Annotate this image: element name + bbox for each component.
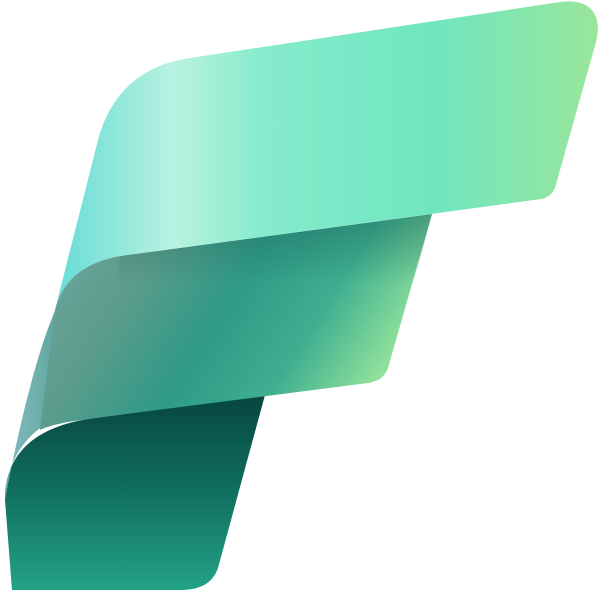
logo-canvas <box>0 0 600 600</box>
fabric-f-logo-icon <box>5 1 598 590</box>
